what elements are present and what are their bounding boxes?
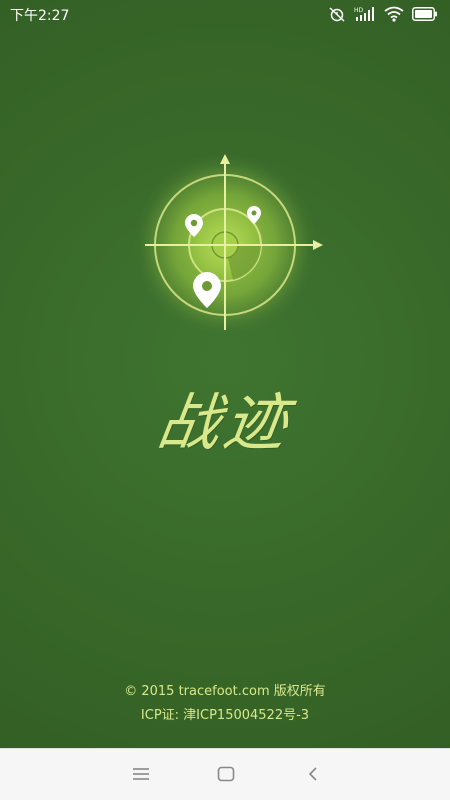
home-button[interactable]: [211, 761, 241, 787]
signal-hd-icon: HD: [354, 6, 376, 22]
menu-button[interactable]: [126, 761, 156, 787]
icp-license-text: ICP证: 津ICP15004522号-3: [140, 708, 310, 723]
back-icon: [308, 767, 317, 781]
splash-screen: 下午2:27 HD 战迹 © 2015 tracefoot.com 版权所有 I…: [0, 0, 450, 800]
back-button[interactable]: [298, 761, 328, 787]
navigation-bar: [0, 748, 450, 800]
home-icon: [217, 766, 235, 782]
status-icons: HD: [328, 4, 438, 24]
svg-text:HD: HD: [354, 7, 364, 14]
alarm-off-icon: [328, 6, 346, 22]
copyright-text: © 2015 tracefoot.com 版权所有: [124, 684, 326, 699]
status-time: 下午2:27: [10, 8, 70, 24]
battery-icon: [412, 7, 438, 21]
wifi-icon: [384, 6, 404, 22]
radar-map-pin-icon: [133, 140, 323, 340]
status-bar: 下午2:27 HD: [0, 0, 450, 28]
app-title: 战迹: [153, 386, 296, 459]
menu-icon: [133, 768, 149, 780]
